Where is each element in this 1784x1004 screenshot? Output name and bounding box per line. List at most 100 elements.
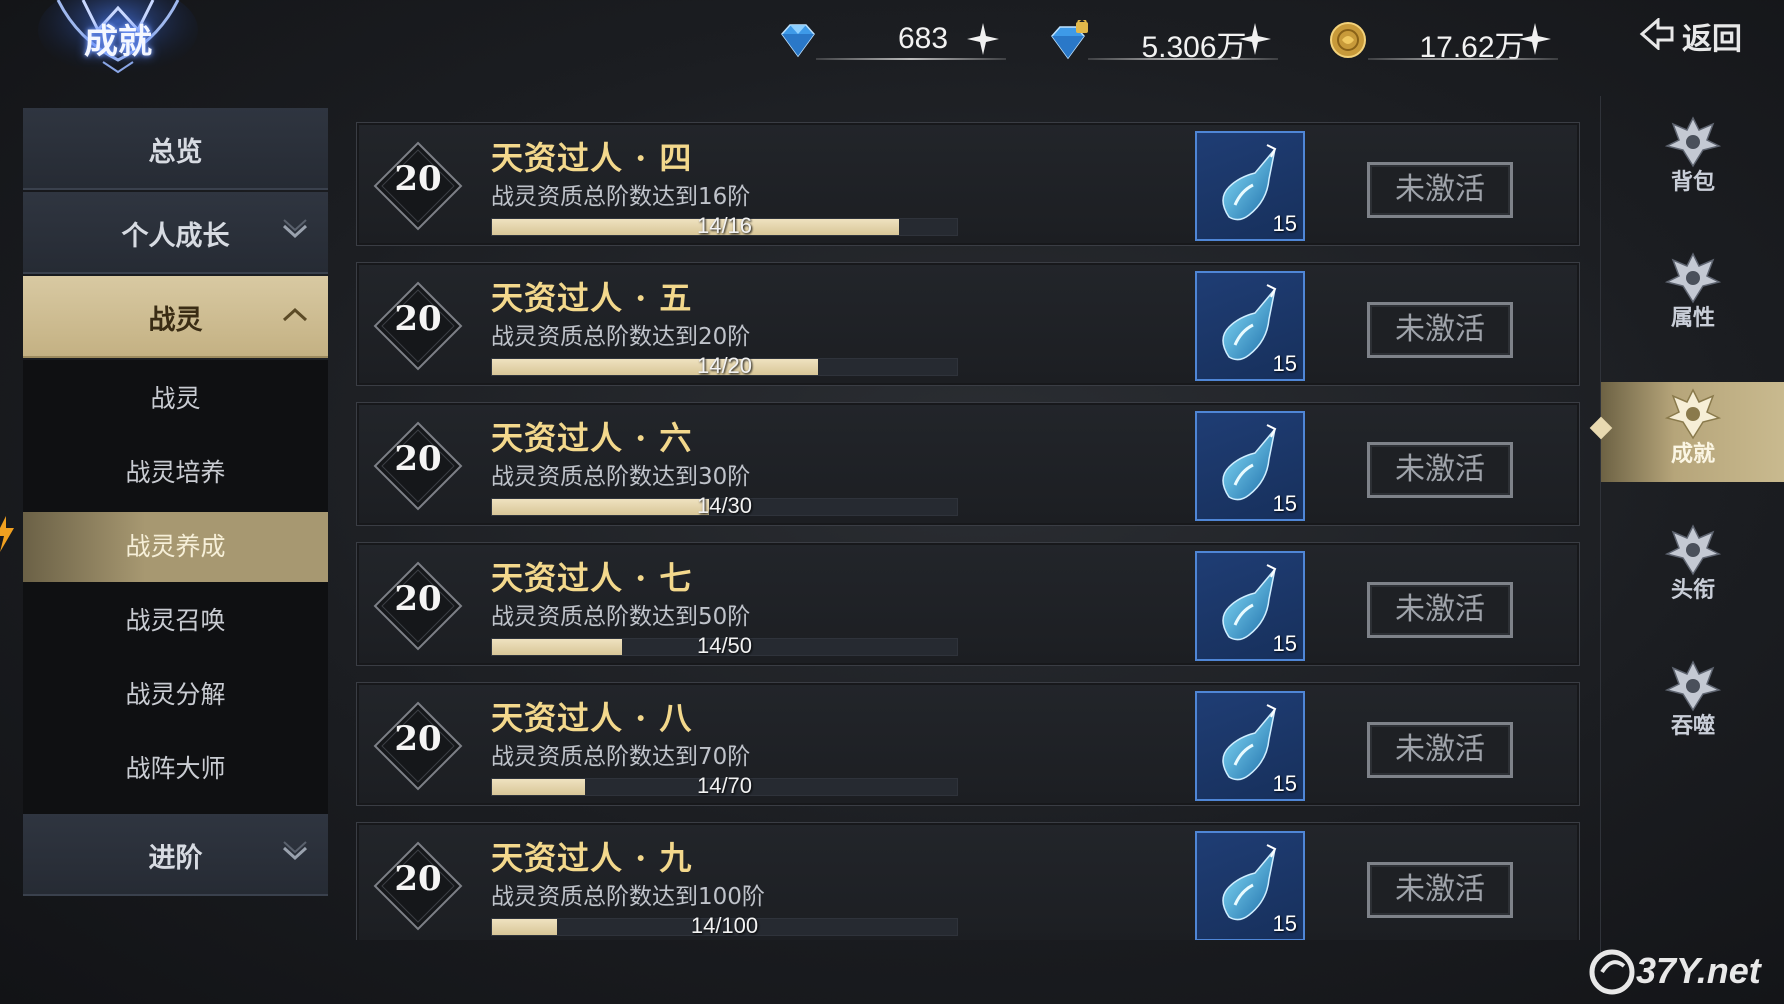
reward-count: 15 <box>1272 491 1297 516</box>
achievement-points: 20 <box>394 299 442 339</box>
achievement-description: 战灵资质总阶数达到50阶 <box>491 604 751 630</box>
currency-underline <box>1368 58 1558 60</box>
achievement-icon <box>1665 388 1721 440</box>
page-title: 成就 <box>84 22 152 62</box>
achievement-description: 战灵资质总阶数达到100阶 <box>491 884 765 910</box>
rail-tab-achievement[interactable]: 成就 <box>1589 382 1784 482</box>
achievement-progress-bar: 14/100 <box>491 913 958 938</box>
achievement-list[interactable]: 20 天资过人 · 四 战灵资质总阶数达到16阶 14/16 15 未激活 20… <box>356 122 1580 940</box>
currency-underline <box>1088 58 1278 60</box>
category-overview[interactable]: 总览 <box>23 108 328 190</box>
add-gold-icon[interactable] <box>1518 22 1552 56</box>
reward-count: 15 <box>1272 911 1297 936</box>
watermark-text: 37Y.net <box>1636 950 1761 991</box>
status-inactive-button[interactable]: 未激活 <box>1367 302 1513 358</box>
currency-bound-diamond: 5.306万 <box>1048 18 1288 64</box>
category-personal-growth[interactable]: 个人成长 <box>23 192 328 274</box>
add-diamond-icon[interactable] <box>966 22 1000 56</box>
progress-text: 14/100 <box>690 913 759 938</box>
achievement-progress-bar: 14/30 <box>491 493 958 518</box>
rail-tab-devour[interactable]: 吞噬 <box>1601 654 1784 754</box>
status-inactive-button[interactable]: 未激活 <box>1367 162 1513 218</box>
devour-icon <box>1665 660 1721 712</box>
rail-tab-label: 吞噬 <box>1670 713 1715 739</box>
achievement-points: 20 <box>394 579 442 619</box>
back-label: 返回 <box>1682 22 1742 57</box>
bag-icon <box>1665 116 1721 168</box>
category-label: 总览 <box>148 137 203 168</box>
progress-text: 14/70 <box>696 773 753 798</box>
subcategory-formation-master[interactable]: 战阵大师 <box>23 734 328 804</box>
gold-coin-icon <box>1330 22 1366 58</box>
achievement-card: 20 天资过人 · 六 战灵资质总阶数达到30阶 14/30 15 未激活 <box>356 402 1580 526</box>
progress-text: 14/20 <box>696 353 753 378</box>
rail-tab-label: 头衔 <box>1670 577 1715 603</box>
reward-count: 15 <box>1272 211 1297 236</box>
currency-underline <box>816 58 1006 60</box>
subcategory-spirit[interactable]: 战灵 <box>23 364 328 434</box>
achievement-title: 天资过人 · 六 <box>491 419 693 457</box>
right-nav-rail: 背包 属性 成就 头衔 吞噬 <box>1589 96 1784 956</box>
currency-diamond: 683 <box>776 18 1016 64</box>
watermark-logo-icon <box>1589 949 1635 995</box>
progress-text: 14/30 <box>696 493 753 518</box>
reward-item[interactable]: 15 <box>1195 131 1305 241</box>
achievement-description: 战灵资质总阶数达到30阶 <box>491 464 751 490</box>
achievement-card: 20 天资过人 · 八 战灵资质总阶数达到70阶 14/70 15 未激活 <box>356 682 1580 806</box>
currency-gold: 17.62万 <box>1328 18 1568 64</box>
reward-item[interactable]: 15 <box>1195 691 1305 801</box>
reward-count: 15 <box>1272 351 1297 376</box>
achievement-progress-bar: 14/20 <box>491 353 958 378</box>
status-inactive-button[interactable]: 未激活 <box>1367 442 1513 498</box>
subcategory-spirit-training[interactable]: 战灵培养 <box>23 438 328 508</box>
reward-count: 15 <box>1272 771 1297 796</box>
rail-tab-label: 成就 <box>1670 441 1715 467</box>
achievement-description: 战灵资质总阶数达到70阶 <box>491 744 751 770</box>
achievement-title: 天资过人 · 九 <box>491 839 693 877</box>
subcategory-spirit-summon[interactable]: 战灵召唤 <box>23 586 328 656</box>
progress-text: 14/16 <box>696 213 753 238</box>
bound-diamond-icon <box>1051 20 1088 60</box>
chevron-down-icon <box>282 841 308 861</box>
achievement-card: 20 天资过人 · 五 战灵资质总阶数达到20阶 14/20 15 未激活 <box>356 262 1580 386</box>
reward-item[interactable]: 15 <box>1195 831 1305 940</box>
back-button[interactable]: 返回 <box>1636 12 1756 57</box>
attribute-icon <box>1665 252 1721 304</box>
category-spirit[interactable]: 战灵 <box>23 276 328 358</box>
rail-tab-attribute[interactable]: 属性 <box>1601 246 1784 346</box>
achievement-title: 天资过人 · 八 <box>491 699 693 737</box>
rail-tab-bag[interactable]: 背包 <box>1601 110 1784 210</box>
site-watermark: 37Y.net <box>1588 944 1778 1000</box>
status-inactive-button[interactable]: 未激活 <box>1367 722 1513 778</box>
category-advance[interactable]: 进阶 <box>23 814 328 896</box>
back-arrow-icon <box>1639 18 1674 50</box>
achievement-title: 天资过人 · 五 <box>491 279 693 317</box>
reward-item[interactable]: 15 <box>1195 411 1305 521</box>
achievement-points: 20 <box>394 719 442 759</box>
add-bound-diamond-icon[interactable] <box>1238 22 1272 56</box>
achievement-progress-bar: 14/50 <box>491 633 958 658</box>
achievement-title: 天资过人 · 七 <box>491 559 693 597</box>
achievement-title: 天资过人 · 四 <box>491 139 693 177</box>
subcategory-spirit-decompose[interactable]: 战灵分解 <box>23 660 328 730</box>
title-icon <box>1665 524 1721 576</box>
achievement-points: 20 <box>394 439 442 479</box>
rail-tab-title[interactable]: 头衔 <box>1601 518 1784 618</box>
achievement-progress-bar: 14/70 <box>491 773 958 798</box>
achievement-emblem: 成就 <box>28 0 208 75</box>
status-inactive-button[interactable]: 未激活 <box>1367 862 1513 918</box>
reward-count: 15 <box>1272 631 1297 656</box>
status-inactive-button[interactable]: 未激活 <box>1367 582 1513 638</box>
subcategory-spirit-nurture[interactable]: 战灵养成 <box>23 512 328 582</box>
rail-tab-label: 属性 <box>1670 305 1715 331</box>
achievement-points: 20 <box>394 859 442 899</box>
achievement-description: 战灵资质总阶数达到16阶 <box>491 184 751 210</box>
reward-item[interactable]: 15 <box>1195 271 1305 381</box>
reward-item[interactable]: 15 <box>1195 551 1305 661</box>
rail-tab-label: 背包 <box>1670 169 1715 195</box>
achievement-card: 20 天资过人 · 四 战灵资质总阶数达到16阶 14/16 15 未激活 <box>356 122 1580 246</box>
diamond-icon <box>781 24 815 58</box>
achievement-category-nav: 总览 个人成长 战灵 战灵 战灵培养 战灵养成 战灵召唤 战灵分解 战阵大师 进… <box>23 108 328 898</box>
progress-text: 14/50 <box>696 633 753 658</box>
achievement-card: 20 天资过人 · 九 战灵资质总阶数达到100阶 14/100 15 未激活 <box>356 822 1580 940</box>
